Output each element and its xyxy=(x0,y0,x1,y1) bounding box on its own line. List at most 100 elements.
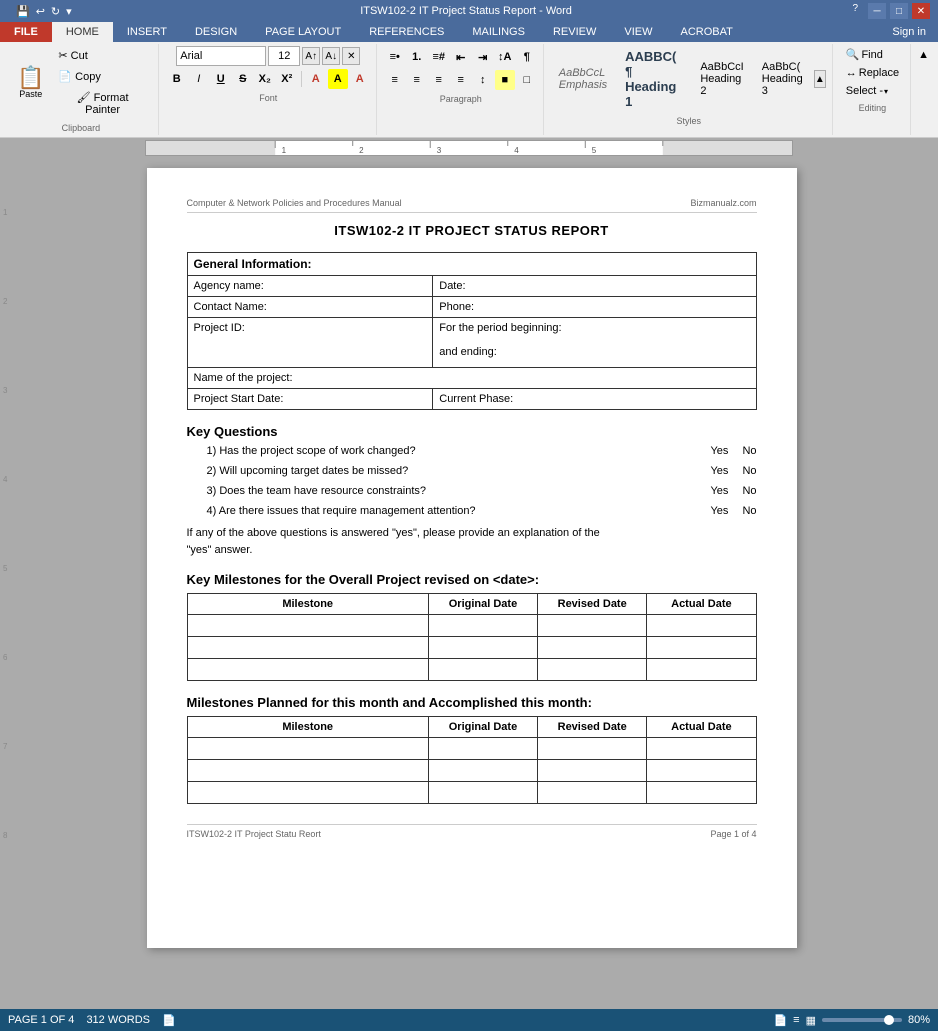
copy-button[interactable]: 📄 Copy xyxy=(53,67,151,86)
tab-file[interactable]: FILE xyxy=(0,22,52,42)
title-bar: 💾 ↩ ↻ ▾ ITSW102-2 IT Project Status Repo… xyxy=(0,0,938,22)
tab-mailings[interactable]: MAILINGS xyxy=(458,22,539,42)
milestone-col-header: Milestone xyxy=(187,594,428,615)
tab-acrobat[interactable]: ACROBAT xyxy=(666,22,746,42)
layout-print-icon[interactable]: 📄 xyxy=(773,1014,787,1027)
clipboard-label: Clipboard xyxy=(62,123,101,133)
table-row xyxy=(187,738,756,760)
tab-home[interactable]: HOME xyxy=(52,22,113,42)
clipboard-content: 📋 Paste ✂ Cut 📄 Copy 🖌 Format Painter xyxy=(10,46,152,119)
style-heading2[interactable]: AaBbCcI Heading 2 xyxy=(693,58,750,100)
ribbon-collapse-button[interactable]: ▲ xyxy=(913,46,934,64)
minimize-button[interactable]: ─ xyxy=(868,3,886,19)
justify-button[interactable]: ≡ xyxy=(451,70,471,90)
question-2-no: No xyxy=(742,465,756,477)
tab-view[interactable]: VIEW xyxy=(610,22,666,42)
question-3-yes: Yes xyxy=(710,485,728,497)
find-button[interactable]: 🔍 Find xyxy=(841,46,904,63)
font-shrink-button[interactable]: A↓ xyxy=(322,47,340,65)
question-1: 1) Has the project scope of work changed… xyxy=(207,445,757,457)
font-color-button[interactable]: A xyxy=(350,69,370,89)
bullets-button[interactable]: ≡• xyxy=(385,47,405,67)
header-right: Bizmanualz.com xyxy=(690,198,756,208)
font-size-input[interactable] xyxy=(268,46,300,66)
paste-label: Paste xyxy=(19,89,42,99)
tab-references[interactable]: REFERENCES xyxy=(355,22,458,42)
subscript-button[interactable]: X₂ xyxy=(255,69,275,89)
tab-review[interactable]: REVIEW xyxy=(539,22,610,42)
milestones-month-table: Milestone Original Date Revised Date Act… xyxy=(187,716,757,804)
bold-button[interactable]: B xyxy=(167,69,187,89)
page-container: Computer & Network Policies and Procedur… xyxy=(20,158,923,958)
save-button[interactable]: 💾 xyxy=(14,4,32,19)
shading-button[interactable]: ■ xyxy=(495,70,515,90)
svg-text:5: 5 xyxy=(592,146,597,155)
clear-format-button[interactable]: ✕ xyxy=(342,47,360,65)
style-emphasis[interactable]: AaBbCcL Emphasis xyxy=(552,64,614,94)
sign-in-link[interactable]: Sign in xyxy=(880,22,938,42)
styles-scroll-up[interactable]: ▲ xyxy=(814,70,826,88)
underline-button[interactable]: U xyxy=(211,69,231,89)
styles-group: AaBbCcL Emphasis AABBC( ¶ Heading 1 AaBb… xyxy=(546,44,833,135)
question-3: 3) Does the team have resource constrain… xyxy=(207,485,757,497)
numbering-button[interactable]: 1. xyxy=(407,47,427,67)
italic-button[interactable]: I xyxy=(189,69,209,89)
format-row: B I U S X₂ X² A A A xyxy=(167,69,370,89)
sort-button[interactable]: ↕A xyxy=(495,47,515,67)
cut-button[interactable]: ✂ Cut xyxy=(53,46,151,65)
table-row xyxy=(187,760,756,782)
format-painter-button[interactable]: 🖌 Format Painter xyxy=(53,88,151,119)
layout-draft-icon[interactable]: ≡ xyxy=(793,1014,799,1026)
paragraph-label: Paragraph xyxy=(440,94,482,104)
style-heading1[interactable]: AABBC( ¶ Heading 1 xyxy=(618,46,689,112)
footer-right: Page 1 of 4 xyxy=(710,829,756,839)
page[interactable]: Computer & Network Policies and Procedur… xyxy=(147,168,797,948)
replace-button[interactable]: ↔ Replace xyxy=(841,65,904,81)
question-1-text: 1) Has the project scope of work changed… xyxy=(207,445,695,457)
question-3-yesno: Yes No xyxy=(710,485,756,497)
highlight-button[interactable]: A xyxy=(328,69,348,89)
close-button[interactable]: ✕ xyxy=(912,3,930,19)
zoom-thumb xyxy=(884,1015,894,1025)
align-left-button[interactable]: ≡ xyxy=(385,70,405,90)
text-color-button[interactable]: A xyxy=(306,69,326,89)
question-4-text: 4) Are there issues that require managem… xyxy=(207,505,695,517)
tab-page-layout[interactable]: PAGE LAYOUT xyxy=(251,22,355,42)
svg-text:2: 2 xyxy=(359,146,364,155)
left-margin: 1 2 3 4 5 6 7 8 xyxy=(0,158,20,958)
borders-button[interactable]: □ xyxy=(517,70,537,90)
paste-button[interactable]: 📋 Paste xyxy=(10,64,51,102)
show-hide-button[interactable]: ¶ xyxy=(517,47,537,67)
increase-indent-button[interactable]: ⇥ xyxy=(473,47,493,67)
actual-date-header-2: Actual Date xyxy=(647,717,756,738)
key-questions: 1) Has the project scope of work changed… xyxy=(187,445,757,517)
superscript-button[interactable]: X² xyxy=(277,69,297,89)
question-3-text: 3) Does the team have resource constrain… xyxy=(207,485,695,497)
table-row: Contact Name: Phone: xyxy=(187,297,756,318)
original-date-header-2: Original Date xyxy=(428,717,537,738)
layout-web-icon[interactable]: ▦ xyxy=(806,1014,816,1027)
tab-design[interactable]: DESIGN xyxy=(181,22,251,42)
table-header-row: General Information: xyxy=(187,253,756,276)
page-icon[interactable]: 📄 xyxy=(162,1014,176,1027)
question-2-yes: Yes xyxy=(710,465,728,477)
style-heading3[interactable]: AaBbC( Heading 3 xyxy=(755,58,810,100)
quick-access-more-button[interactable]: ▾ xyxy=(64,4,74,19)
font-name-input[interactable] xyxy=(176,46,266,66)
redo-button[interactable]: ↻ xyxy=(49,4,62,19)
line-spacing-button[interactable]: ↕ xyxy=(473,70,493,90)
undo-button[interactable]: ↩ xyxy=(34,4,47,19)
help-icon[interactable]: ? xyxy=(852,3,858,19)
maximize-button[interactable]: □ xyxy=(890,3,908,19)
align-center-button[interactable]: ≡ xyxy=(407,70,427,90)
font-grow-button[interactable]: A↑ xyxy=(302,47,320,65)
zoom-slider[interactable] xyxy=(822,1018,902,1022)
strikethrough-button[interactable]: S xyxy=(233,69,253,89)
select-dropdown[interactable]: Select - ▾ xyxy=(841,83,904,99)
table-row xyxy=(187,615,756,637)
align-right-button[interactable]: ≡ xyxy=(429,70,449,90)
word-count: 312 WORDS xyxy=(86,1014,150,1027)
decrease-indent-button[interactable]: ⇤ xyxy=(451,47,471,67)
multilevel-list-button[interactable]: ≡# xyxy=(429,47,449,67)
tab-insert[interactable]: INSERT xyxy=(113,22,181,42)
